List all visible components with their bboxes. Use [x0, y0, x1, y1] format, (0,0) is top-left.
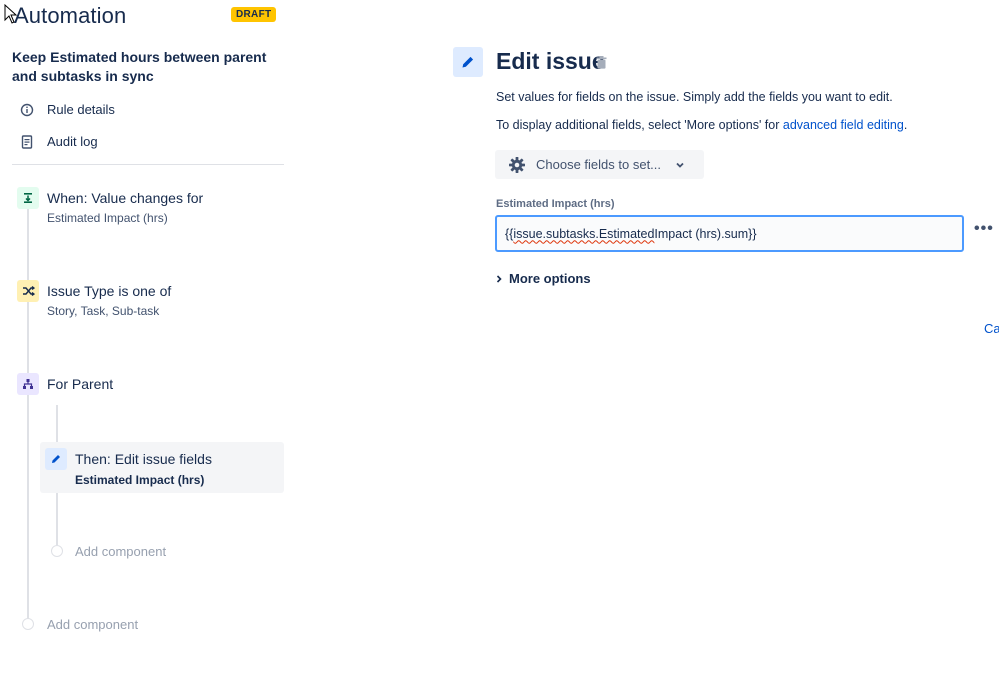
- field-value-prefix: {{: [505, 226, 514, 241]
- condition-subtitle: Story, Task, Sub-task: [47, 304, 160, 318]
- panel-description: Set values for fields on the issue. Simp…: [496, 90, 893, 104]
- add-component-outer[interactable]: Add component: [47, 617, 138, 632]
- draft-badge: DRAFT: [231, 7, 277, 22]
- condition-title: Issue Type is one of: [47, 283, 172, 299]
- field-value-suffix: Impact (hrs).sum}}: [654, 226, 757, 241]
- edit-issue-icon: [453, 47, 483, 77]
- pencil-icon: [45, 448, 67, 470]
- add-component-dot: [22, 618, 34, 630]
- choose-fields-label: Choose fields to set...: [536, 157, 662, 172]
- shuffle-icon: [17, 280, 39, 302]
- chevron-right-icon: [495, 274, 503, 284]
- action-title: Then: Edit issue fields: [75, 451, 212, 467]
- cancel-link[interactable]: Ca: [984, 321, 999, 336]
- audit-log-link[interactable]: Audit log: [18, 133, 98, 150]
- field-value-misspelled: issue.subtasks.Estimated: [513, 226, 655, 241]
- choose-fields-button[interactable]: Choose fields to set...: [495, 150, 704, 179]
- app-title: Automation: [14, 3, 127, 28]
- branch-title: For Parent: [47, 376, 114, 392]
- document-icon: [18, 133, 35, 150]
- trigger-step[interactable]: When: Value changes for Estimated Impact…: [47, 190, 203, 225]
- more-options-toggle[interactable]: More options: [495, 271, 591, 286]
- advanced-suffix: .: [903, 118, 908, 132]
- add-component-inner[interactable]: Add component: [75, 544, 166, 559]
- more-actions-icon[interactable]: •••: [974, 220, 994, 238]
- add-component-dot: [51, 545, 63, 557]
- more-options-label: More options: [509, 271, 591, 286]
- rule-details-link[interactable]: Rule details: [18, 101, 115, 118]
- chevron-down-icon: [675, 160, 685, 170]
- gear-icon: [508, 156, 526, 174]
- rule-name: Keep Estimated hours between parent and …: [12, 49, 267, 84]
- trash-icon[interactable]: [596, 56, 607, 69]
- main-flow-line: [27, 208, 29, 620]
- audit-log-label: Audit log: [47, 134, 98, 149]
- action-subtitle: Estimated Impact (hrs): [75, 473, 205, 487]
- estimated-impact-input[interactable]: {{issue.subtasks.Estimated Impact (hrs).…: [495, 215, 964, 252]
- panel-title: Edit issue: [496, 48, 605, 74]
- branch-icon: [17, 373, 39, 395]
- branch-step[interactable]: For Parent: [47, 376, 113, 392]
- trigger-title: When: Value changes for: [47, 190, 204, 206]
- trigger-icon: [17, 187, 39, 209]
- advanced-editing-text: To display additional fields, select 'Mo…: [496, 118, 907, 132]
- condition-step[interactable]: Issue Type is one of Story, Task, Sub-ta…: [47, 283, 171, 318]
- field-label: Estimated Impact (hrs): [496, 198, 615, 210]
- action-step[interactable]: Then: Edit issue fields Estimated Impact…: [75, 451, 212, 487]
- nav-divider: [12, 164, 284, 165]
- rule-details-label: Rule details: [47, 102, 115, 117]
- info-icon: [18, 101, 35, 118]
- advanced-field-editing-link[interactable]: advanced field editing: [783, 118, 904, 132]
- advanced-prefix: To display additional fields, select 'Mo…: [496, 118, 783, 132]
- trigger-subtitle: Estimated Impact (hrs): [47, 211, 168, 225]
